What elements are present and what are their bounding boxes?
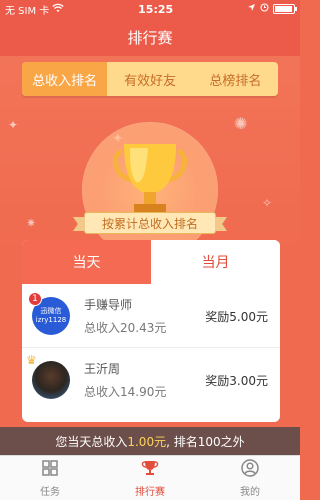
ranking-row[interactable]: 1 迅微信 izry1128 手赚导师 总收入20.43元 奖励5.00元 xyxy=(22,284,280,348)
nav-item-profile[interactable]: 我的 xyxy=(200,456,300,500)
avatar: 1 迅微信 izry1128 xyxy=(28,291,70,335)
tab-valid-friends[interactable]: 有效好友 xyxy=(107,62,192,96)
nav-label: 排行赛 xyxy=(135,487,165,498)
sparkle-icon: ✺ xyxy=(234,114,248,133)
tab-overall-ranking[interactable]: 总榜排名 xyxy=(193,62,278,96)
reward-amount: 奖励3.00元 xyxy=(205,374,268,388)
status-left: 无 SIM 卡 xyxy=(5,2,64,17)
tab-total-income[interactable]: 总收入排名 xyxy=(22,62,108,96)
status-right xyxy=(247,3,297,15)
user-name: 手赚导师 xyxy=(84,297,133,312)
page-title: 排行赛 xyxy=(127,28,173,47)
battery-icon xyxy=(273,4,297,14)
ranking-tabs: 总收入排名 有效好友 总榜排名 xyxy=(22,62,278,96)
avatar-label: izry1128 xyxy=(35,315,67,324)
wifi-icon xyxy=(52,3,64,16)
nav-item-tasks[interactable]: 任务 xyxy=(0,456,100,500)
nav-item-ranking[interactable]: 排行赛 xyxy=(100,456,200,500)
rank-badge: 1 xyxy=(28,291,42,306)
avatar-label: 迅微信 xyxy=(40,306,62,315)
period-tabs: 当天 当月 xyxy=(22,240,280,284)
summary-suffix: , 排名100之外 xyxy=(166,434,245,449)
sparkle-icon: ✦ xyxy=(8,118,19,132)
tab-today[interactable]: 当天 xyxy=(22,240,151,284)
sparkle-icon: ✧ xyxy=(262,196,273,210)
location-icon xyxy=(247,3,256,15)
trophy-icon xyxy=(140,458,160,481)
ranking-row[interactable]: ♛ 王沂周 总收入14.90元 奖励3.00元 xyxy=(22,348,280,412)
ribbon-label: 按累计总收入排名 xyxy=(101,216,198,231)
tab-this-month[interactable]: 当月 xyxy=(151,240,280,284)
row-info: 手赚导师 总收入20.43元 xyxy=(84,296,166,336)
avatar: ♛ xyxy=(26,353,70,399)
alarm-icon xyxy=(260,3,269,15)
bottom-nav: 任务 排行赛 我的 xyxy=(0,455,300,500)
user-income: 总收入20.43元 xyxy=(84,320,167,335)
user-icon xyxy=(240,458,260,481)
summary-amount: 1.00元 xyxy=(127,434,167,449)
crown-icon: ♛ xyxy=(26,353,37,367)
status-time: 15:25 xyxy=(138,2,174,16)
grid-icon xyxy=(40,458,60,481)
carrier-text: 无 SIM 卡 xyxy=(5,5,50,17)
summary-prefix: 您当天总收入 xyxy=(55,434,128,449)
user-name: 王沂周 xyxy=(84,362,121,376)
sparkle-icon: ✷ xyxy=(26,216,37,230)
ranking-card: 当天 当月 1 迅微信 izry1128 手赚导师 总收入20.43元 奖励5.… xyxy=(22,240,280,422)
row-info: 王沂周 总收入14.90元 xyxy=(84,360,166,400)
reward-amount: 奖励5.00元 xyxy=(205,310,268,324)
nav-label: 我的 xyxy=(240,487,260,498)
ranking-criteria-ribbon: 按累计总收入排名 xyxy=(84,212,216,234)
nav-label: 任务 xyxy=(40,487,60,498)
user-income: 总收入14.90元 xyxy=(84,385,167,399)
my-rank-summary: 您当天总收入 1.00元 , 排名100之外 xyxy=(0,427,300,455)
status-bar: 无 SIM 卡 15:25 xyxy=(0,0,300,18)
nav-bar: 排行赛 xyxy=(0,18,300,56)
